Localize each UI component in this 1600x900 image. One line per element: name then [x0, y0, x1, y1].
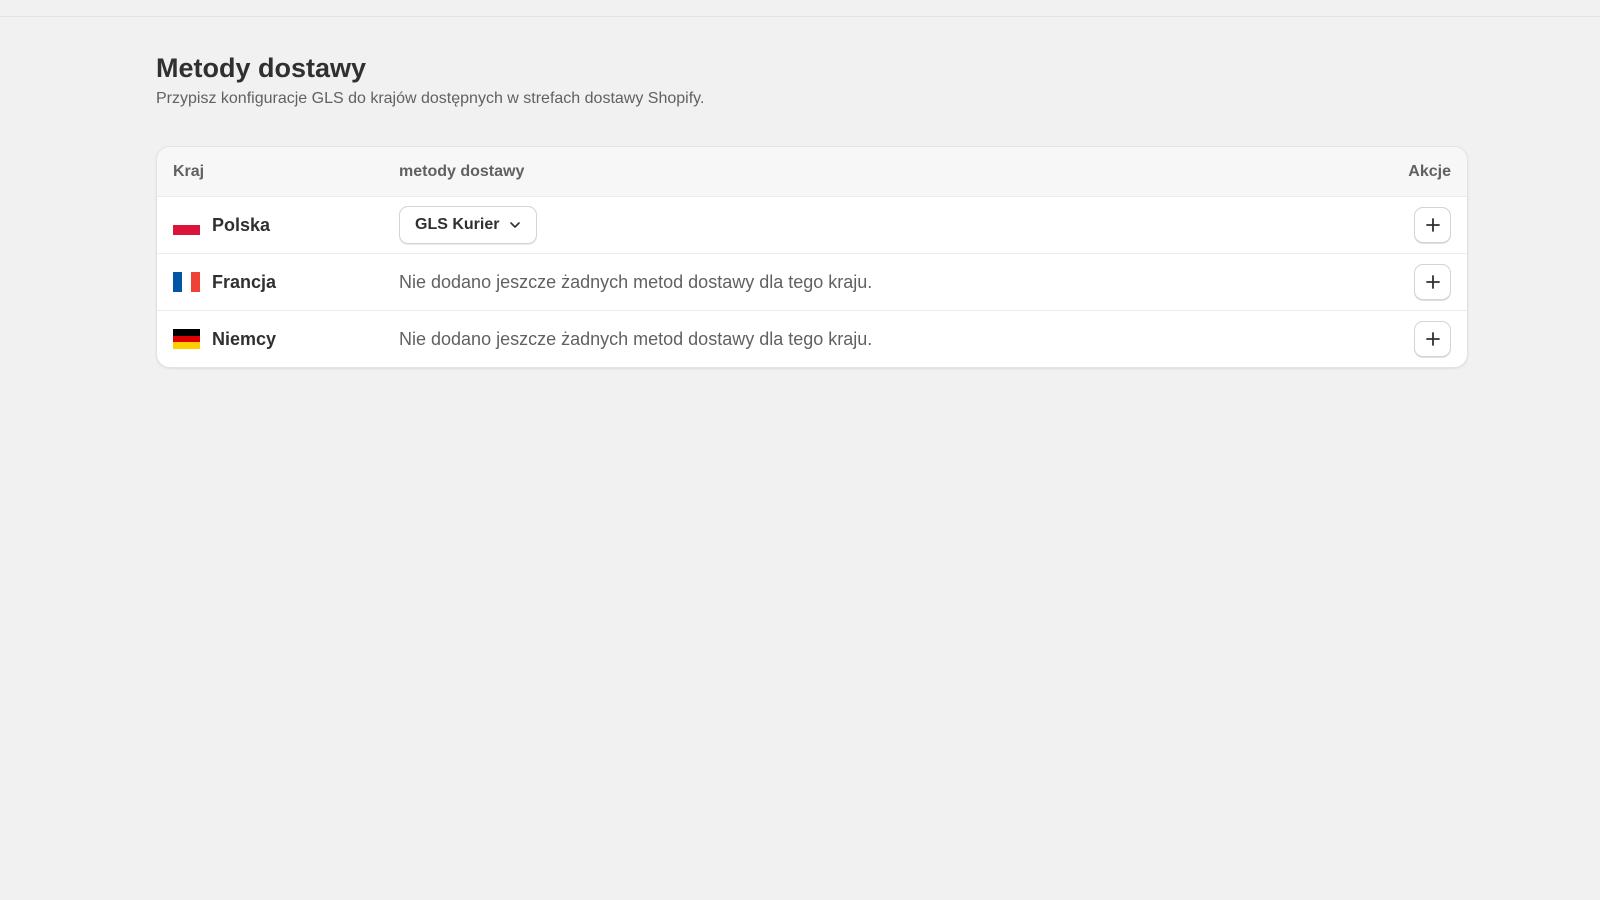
add-method-button[interactable] [1414, 264, 1451, 300]
shipping-methods-table: Kraj metody dostawy Akcje Polska GLS Kur… [156, 146, 1468, 368]
add-method-button[interactable] [1414, 207, 1451, 243]
plus-icon [1425, 275, 1440, 289]
top-bar [0, 0, 1600, 17]
plus-icon [1425, 218, 1440, 232]
header-country: Kraj [173, 162, 205, 180]
actions-cell [1371, 321, 1451, 357]
actions-cell [1371, 264, 1451, 300]
country-cell: Niemcy [173, 329, 399, 350]
country-cell: Polska [173, 215, 399, 236]
methods-cell: GLS Kurier [399, 206, 1371, 244]
header-methods: metody dostawy [399, 162, 525, 180]
france-flag-icon [173, 272, 200, 292]
chevron-down-icon [510, 222, 521, 228]
country-name: Polska [212, 214, 271, 235]
country-cell: Francja [173, 272, 399, 293]
shipping-method-dropdown[interactable]: GLS Kurier [399, 206, 538, 244]
page-subtitle: Przypisz konfiguracje GLS do krajów dost… [156, 90, 705, 107]
country-name: Francja [212, 271, 277, 292]
table-row-france: Francja Nie dodano jeszcze żadnych metod… [157, 253, 1467, 310]
empty-methods-text: Nie dodano jeszcze żadnych metod dostawy… [399, 271, 873, 292]
empty-methods-text: Nie dodano jeszcze żadnych metod dostawy… [399, 328, 873, 349]
country-name: Niemcy [212, 328, 277, 349]
page-title: Metody dostawy [156, 53, 367, 83]
header-actions: Akcje [1408, 162, 1451, 180]
methods-cell: Nie dodano jeszcze żadnych metod dostawy… [399, 329, 1371, 350]
add-method-button[interactable] [1414, 321, 1451, 357]
plus-icon [1425, 332, 1440, 346]
actions-cell [1371, 207, 1451, 243]
table-row-germany: Niemcy Nie dodano jeszcze żadnych metod … [157, 310, 1467, 367]
methods-cell: Nie dodano jeszcze żadnych metod dostawy… [399, 272, 1371, 293]
table-row-poland: Polska GLS Kurier [157, 196, 1467, 253]
page-content: Metody dostawy Przypisz konfiguracje GLS… [156, 50, 1468, 368]
shipping-method-label: GLS Kurier [415, 216, 500, 233]
table-header: Kraj metody dostawy Akcje [157, 147, 1467, 196]
poland-flag-icon [173, 215, 200, 235]
germany-flag-icon [173, 329, 200, 350]
